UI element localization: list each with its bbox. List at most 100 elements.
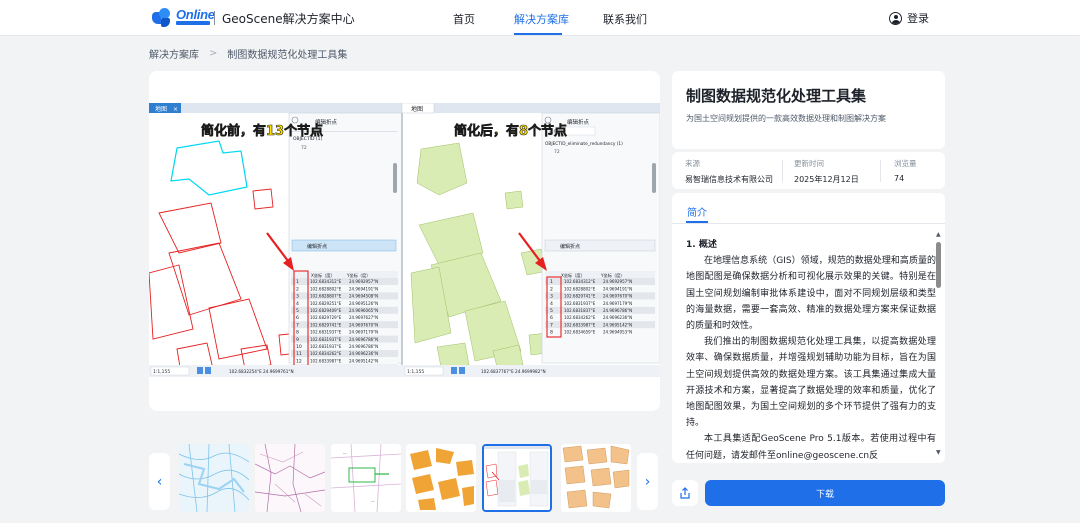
nav-active-indicator: [514, 33, 562, 35]
breadcrumb: 解决方案库 > 制图数据规范化处理工具集: [149, 46, 347, 61]
nav-contact[interactable]: 联系我们: [603, 11, 647, 27]
preview-image-card: 地图 × 地图 编辑折点 OBJECTID (1) 72 编辑折点 X坐标（度）…: [149, 71, 660, 411]
table-cell: 102.6834312°E: [564, 279, 596, 284]
table-cell: 24.9694191°N: [603, 286, 632, 291]
table-cell: 24.9694191°N: [349, 286, 378, 291]
top-header: Online GeoScene解决方案中心 首页 解决方案库 联系我们 登录: [0, 0, 1080, 36]
table-row: [291, 285, 398, 293]
vertex-table-before: 1 102.6834312°E 24.9692957°N 2 102.6828802°E…: [291, 278, 398, 372]
thumbnail-1[interactable]: [179, 444, 249, 512]
intro-card: 简介 1. 概述 在地理信息系统（GIS）领域，规范的数据处理和高质量的地图配图…: [672, 193, 945, 463]
table-cell: 24.9697179°N: [349, 330, 378, 335]
download-button[interactable]: 下载: [705, 480, 945, 506]
table-row: [291, 328, 398, 336]
meta-source-value: 易智瑞信息技术有限公司: [685, 175, 773, 184]
meta-updated-value: 2025年12月12日: [794, 175, 859, 184]
svg-text:OBJECTID_eliminate_redundancy: OBJECTID_eliminate_redundancy (1): [545, 141, 623, 147]
svg-text:编辑折点: 编辑折点: [307, 243, 327, 250]
chevron-right-icon: ›: [644, 473, 651, 490]
table-cell: 9: [296, 337, 299, 343]
table-cell: 24.9697627°N: [349, 315, 378, 320]
solution-meta-card: 来源 易智瑞信息技术有限公司 更新时间 2025年12月12日 浏览量 74: [672, 152, 945, 189]
svg-text:X坐标（度）: X坐标（度）: [561, 272, 585, 279]
table-cell: 102.6833987°E: [564, 322, 596, 327]
table-cell: 4: [550, 301, 553, 307]
table-cell: 12: [296, 358, 302, 364]
table-row: [291, 306, 398, 314]
tab-intro[interactable]: 简介: [687, 204, 707, 219]
table-cell: 1: [296, 279, 299, 285]
table-cell: 6: [550, 315, 553, 321]
table-cell: 102.6828802°E: [564, 286, 596, 291]
svg-text:×: ×: [173, 106, 178, 113]
solution-subtitle: 为国土空间规划提供的一款高效数据处理和制图解决方案: [686, 114, 886, 123]
thumbnail-5-active[interactable]: [482, 444, 552, 512]
geoscene-logo-icon[interactable]: [152, 8, 174, 28]
app-name[interactable]: GeoScene解决方案中心: [222, 10, 355, 27]
user-icon: [889, 11, 902, 25]
chevron-right-icon: >: [209, 48, 218, 59]
intro-text: 1. 概述 在地理信息系统（GIS）领域，规范的数据处理和高质量的地图配图是确保…: [686, 237, 936, 463]
nav-home[interactable]: 首页: [453, 11, 475, 27]
table-cell: 5: [296, 308, 299, 314]
meta-views-value: 74: [894, 174, 905, 183]
table-cell: 102.6831937°E: [564, 301, 596, 306]
thumbnail-3[interactable]: ·· ··: [331, 444, 401, 512]
share-button[interactable]: [672, 480, 698, 506]
table-cell: 24.9695126°N: [349, 301, 378, 306]
table-row: [291, 357, 398, 365]
thumbnail-2[interactable]: [255, 444, 325, 512]
table-row: [291, 350, 398, 357]
table-cell: 102.6834312°E: [310, 279, 342, 284]
svg-text:编辑折点: 编辑折点: [560, 243, 580, 250]
scroll-thumb[interactable]: [936, 242, 941, 288]
table-cell: 102.6831837°E: [564, 308, 596, 313]
table-cell: 4: [296, 301, 299, 307]
scroll-up-icon[interactable]: ▲: [936, 231, 941, 238]
breadcrumb-root[interactable]: 解决方案库: [149, 46, 199, 61]
thumbnail-6[interactable]: [561, 444, 631, 512]
table-cell: 10: [296, 344, 302, 350]
nav-solutions[interactable]: 解决方案库: [514, 11, 569, 27]
table-cell: 102.6829741°E: [564, 294, 596, 299]
after-label: 简化后，有8个节点: [454, 123, 567, 139]
svg-text:72: 72: [301, 145, 307, 151]
meta-views: 浏览量 74: [894, 158, 917, 183]
thumbnail-prev-button[interactable]: ‹: [149, 453, 170, 510]
left-pane-tab: 地图: [155, 105, 167, 113]
thumbnail-4[interactable]: [406, 444, 476, 512]
table-cell: 24.9696236°N: [603, 315, 632, 320]
table-cell: 102.6834262°E: [310, 351, 342, 356]
brand-divider: [214, 11, 215, 25]
table-row: [291, 342, 398, 350]
table-cell: 7: [296, 322, 299, 328]
table-cell: 102.6829741°E: [310, 322, 342, 327]
thumbnail-next-button[interactable]: ›: [637, 453, 658, 510]
table-cell: 8: [550, 330, 553, 336]
table-cell: 24.9696236°N: [349, 351, 378, 356]
scroll-down-icon[interactable]: ▼: [936, 449, 941, 456]
right-pane-tab: 地图: [411, 105, 423, 113]
table-row: [291, 321, 398, 329]
brand-logo-text[interactable]: Online: [176, 8, 215, 21]
table-cell: 2: [296, 286, 299, 292]
table-cell: 24.9696786°N: [603, 308, 632, 313]
login-button[interactable]: 登录: [889, 10, 929, 26]
table-cell: 102.6831937°E: [310, 344, 342, 349]
table-cell: 24.9695142°N: [603, 322, 632, 327]
solution-header-card: 制图数据规范化处理工具集 为国土空间规划提供的一款高效数据处理和制图解决方案: [672, 71, 945, 149]
svg-text:··: ··: [343, 451, 347, 458]
table-cell: 24.9692957°N: [603, 279, 632, 284]
table-cell: 102.6828802°E: [310, 286, 342, 291]
table-cell: 102.6828807°E: [310, 294, 342, 299]
table-cell: 3: [296, 294, 299, 300]
login-label: 登录: [907, 12, 929, 25]
meta-updated: 更新时间 2025年12月12日: [794, 158, 859, 185]
intro-scrollbar[interactable]: ▲ ▼: [936, 231, 942, 459]
svg-text:1:1,155: 1:1,155: [407, 369, 424, 375]
table-cell: 24.9697670°N: [349, 322, 378, 327]
table-row: [291, 335, 398, 343]
table-cell: 11: [296, 351, 302, 357]
table-cell: 102.6834659°E: [564, 330, 596, 335]
table-cell: 102.6831937°E: [310, 337, 342, 342]
